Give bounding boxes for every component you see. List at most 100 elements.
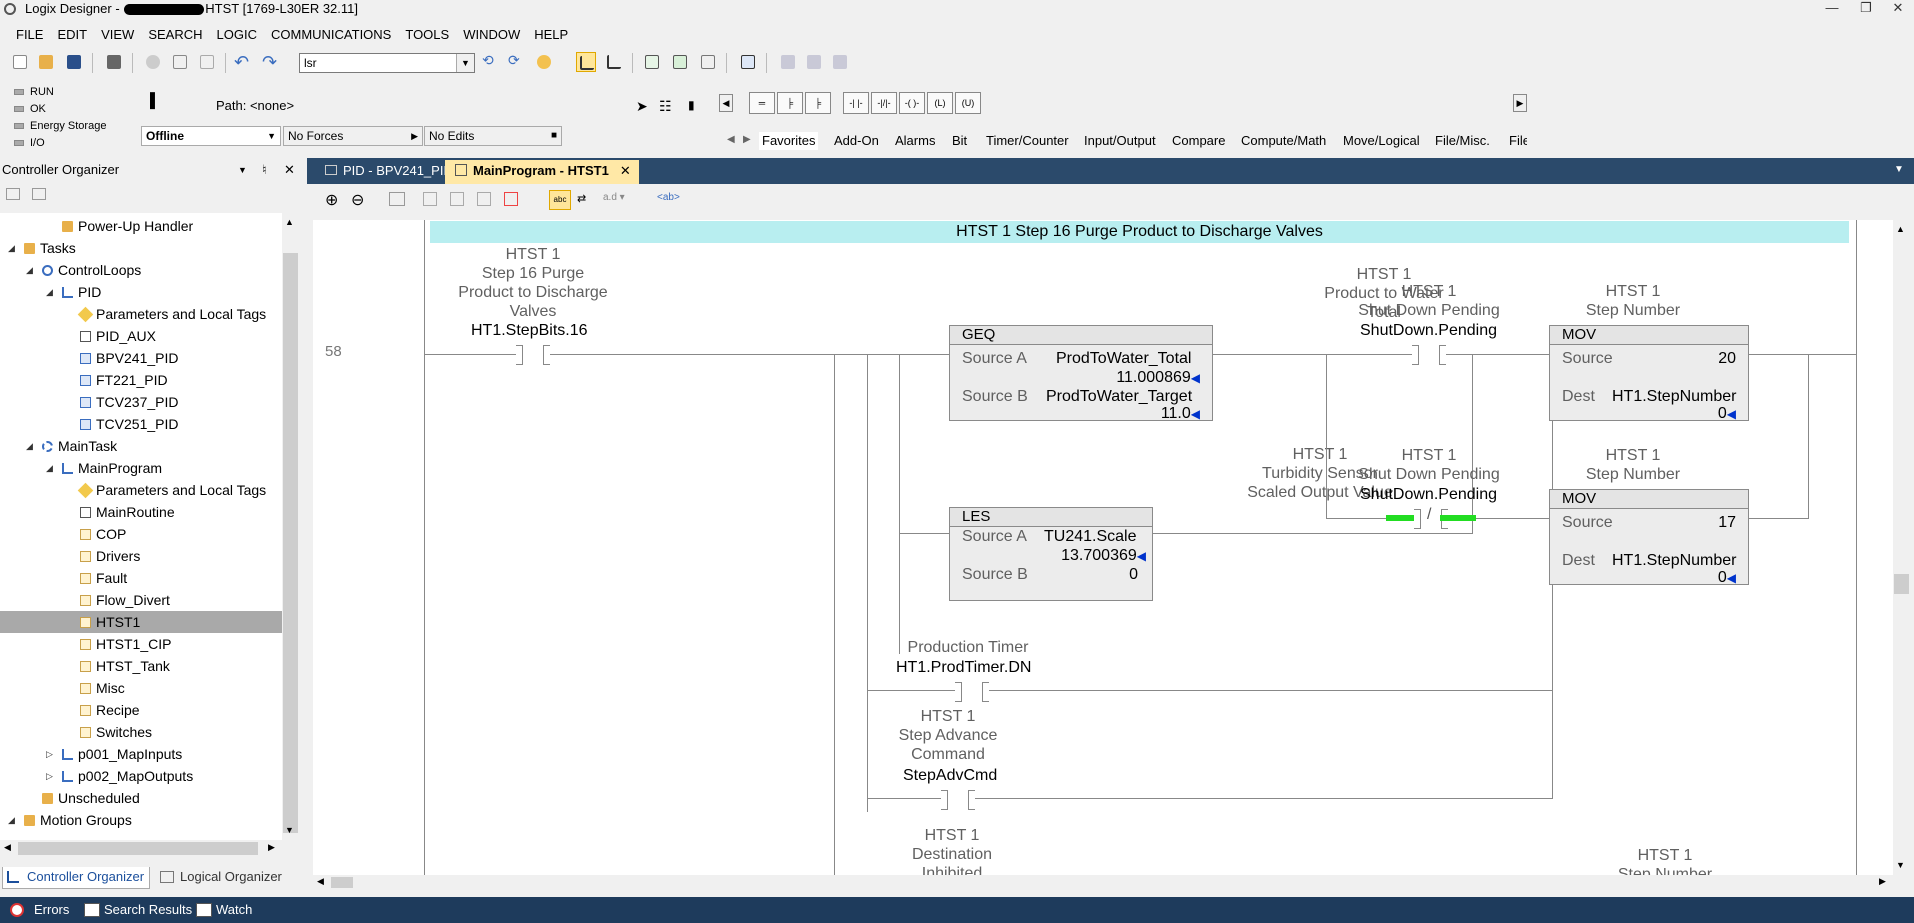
editor-vertical-scrollbar[interactable]: ▲ ▼ [1893, 220, 1910, 875]
edit-rung-icon[interactable] [423, 192, 437, 206]
scroll-thumb[interactable] [283, 253, 298, 833]
fit-icon[interactable] [389, 192, 405, 206]
tree-item[interactable]: COP [80, 523, 126, 545]
forces-dropdown[interactable]: No Forces ▶ [283, 126, 423, 146]
tree-item[interactable]: ▷ p002_MapOutputs [46, 765, 193, 787]
watch-tab[interactable]: Watch [216, 897, 252, 923]
tree-item[interactable]: Switches [80, 721, 152, 743]
comm-icon-3[interactable] [830, 52, 850, 72]
menu-file[interactable]: FILE [0, 24, 50, 46]
geq-source-b-tag[interactable]: ProdToWater_Target [1046, 388, 1192, 406]
errors-tab[interactable]: Errors [34, 897, 69, 923]
tree-item[interactable]: ◢ PID [46, 281, 101, 303]
ote-icon[interactable]: -( )- [899, 92, 925, 114]
comm-icon-1[interactable] [778, 52, 798, 72]
who-active-icon[interactable] [738, 52, 758, 72]
tab-logical-organizer[interactable]: Logical Organizer [156, 867, 282, 889]
palette-tab-favorites[interactable]: Favorites [759, 132, 819, 150]
find-icon[interactable] [534, 52, 554, 72]
tab-pid-bpv241[interactable]: PID - BPV241_PID [315, 160, 463, 184]
expand-toggle-icon[interactable]: ▷ [46, 743, 53, 765]
palette-tab-file-misc[interactable]: File/Misc. [1435, 132, 1490, 150]
palette-tab-compare[interactable]: Compare [1172, 132, 1225, 150]
scroll-down-icon[interactable]: ▼ [285, 825, 294, 835]
collapse-all-icon[interactable] [32, 188, 46, 200]
menu-search[interactable]: SEARCH [141, 24, 209, 46]
copy-icon[interactable] [170, 52, 190, 72]
redo-icon[interactable]: ↷ [262, 52, 282, 72]
hierarchy-icon[interactable] [604, 52, 624, 72]
tree-item[interactable]: FT221_PID [80, 369, 168, 391]
editor-horizontal-scrollbar[interactable]: ◀ ▶ [313, 875, 1893, 890]
pointer-icon[interactable]: ➤ [636, 98, 648, 115]
xic-contact-1[interactable] [516, 345, 550, 365]
scroll-left-icon[interactable]: ◀ [4, 842, 11, 853]
tree-item[interactable]: ◢ MainTask [26, 435, 117, 457]
expand-toggle-icon[interactable]: ▷ [46, 765, 53, 787]
verify-controller-icon[interactable] [670, 52, 690, 72]
prodtimer-tag[interactable]: HT1.ProdTimer.DN [896, 659, 1031, 677]
tree-item[interactable]: Flow_Divert [80, 589, 170, 611]
palette-tab-file[interactable]: File [1509, 132, 1527, 150]
mov2-instruction[interactable]: MOV Source 17 Dest HT1.StepNumber 0◀ [1549, 489, 1749, 586]
tree-item[interactable]: HTST1_CIP [80, 633, 171, 655]
tree-item[interactable]: TCV237_PID [80, 391, 178, 413]
xic-stepadv[interactable] [941, 790, 975, 810]
palette-tab-compute-math[interactable]: Compute/Math [1241, 132, 1326, 150]
les-instruction[interactable]: LES Source A TU241.Scale 13.700369◀ Sour… [949, 507, 1153, 601]
chevron-down-icon[interactable]: ▼ [238, 160, 247, 180]
tree-item[interactable]: Parameters and Local Tags [77, 303, 266, 325]
mov1-source-value[interactable]: 20 [1718, 350, 1736, 368]
edits-dropdown[interactable]: No Edits ■ [424, 126, 562, 146]
cut-icon[interactable] [143, 52, 163, 72]
menu-window[interactable]: WINDOW [456, 24, 527, 46]
menu-help[interactable]: HELP [527, 24, 575, 46]
delete-rung-icon[interactable] [504, 192, 518, 206]
xic-prodtimer[interactable] [955, 682, 989, 702]
palette-tab-bit[interactable]: Bit [952, 132, 967, 150]
save-button[interactable] [64, 52, 84, 72]
expand-all-icon[interactable] [6, 188, 20, 200]
display-mode-icon[interactable]: ⇄ [577, 192, 586, 205]
tree-item[interactable]: ◢ Motion Groups [8, 809, 132, 831]
branch-level-icon[interactable]: ╞ [805, 92, 831, 114]
menu-edit[interactable]: EDIT [50, 24, 94, 46]
scroll-thumb-horizontal[interactable] [331, 877, 353, 888]
tree-item[interactable]: Drivers [80, 545, 140, 567]
sdp1-tag[interactable]: ShutDown.Pending [1360, 322, 1497, 340]
cancel-rung-icon[interactable] [477, 192, 491, 206]
xic-shutdown-pending[interactable] [1412, 345, 1446, 365]
tree-item[interactable]: MainRoutine [80, 501, 175, 523]
mov1-instruction[interactable]: MOV Source 20 Dest HT1.StepNumber 0◀ [1549, 325, 1749, 422]
value-format-icon[interactable]: a.d ▾ [603, 192, 625, 203]
mov1-dest-tag[interactable]: HT1.StepNumber [1612, 388, 1737, 406]
tree-item[interactable]: ▷ p001_MapInputs [46, 743, 182, 765]
collapse-toggle-icon[interactable]: ◢ [46, 281, 53, 303]
scroll-down-icon[interactable]: ▼ [1896, 860, 1905, 870]
tree-item[interactable]: HTST1 [0, 611, 282, 633]
palette-tab-alarms[interactable]: Alarms [895, 132, 935, 150]
find-next-icon[interactable]: ⟳ [508, 52, 528, 72]
chevron-down-icon[interactable]: ▼ [456, 54, 474, 72]
tree-item[interactable]: TCV251_PID [80, 413, 178, 435]
menu-tools[interactable]: TOOLS [398, 24, 456, 46]
tree-item[interactable]: HTST_Tank [80, 655, 170, 677]
pin-icon[interactable]: ♮ [262, 160, 267, 180]
tab-scroll-left-icon[interactable]: ◀ [727, 134, 735, 145]
otl-icon[interactable]: (L) [927, 92, 953, 114]
stepadv-tag[interactable]: StepAdvCmd [903, 767, 997, 785]
geq-source-a-tag[interactable]: ProdToWater_Total [1056, 350, 1191, 368]
palette-tab-move-logical[interactable]: Move/Logical [1343, 132, 1420, 150]
restore-button[interactable]: ❐ [1852, 0, 1880, 18]
tree-item[interactable]: Fault [80, 567, 127, 589]
organizer-horizontal-scrollbar[interactable]: ◀ ▶ [0, 840, 282, 857]
palette-tab-input-output[interactable]: Input/Output [1084, 132, 1156, 150]
tree-item[interactable]: Unscheduled [42, 787, 140, 809]
comm-icon-2[interactable] [804, 52, 824, 72]
accept-rung-icon[interactable] [450, 192, 464, 206]
palette-scroll-left-icon[interactable]: ◀ [719, 94, 733, 112]
tab-scroll-right-icon[interactable]: ▶ [743, 134, 751, 145]
tree-item[interactable]: ◢ ControlLoops [26, 259, 141, 281]
scroll-right-icon[interactable]: ▶ [1879, 876, 1886, 887]
tree-item[interactable]: ◢ Tasks [8, 237, 76, 259]
